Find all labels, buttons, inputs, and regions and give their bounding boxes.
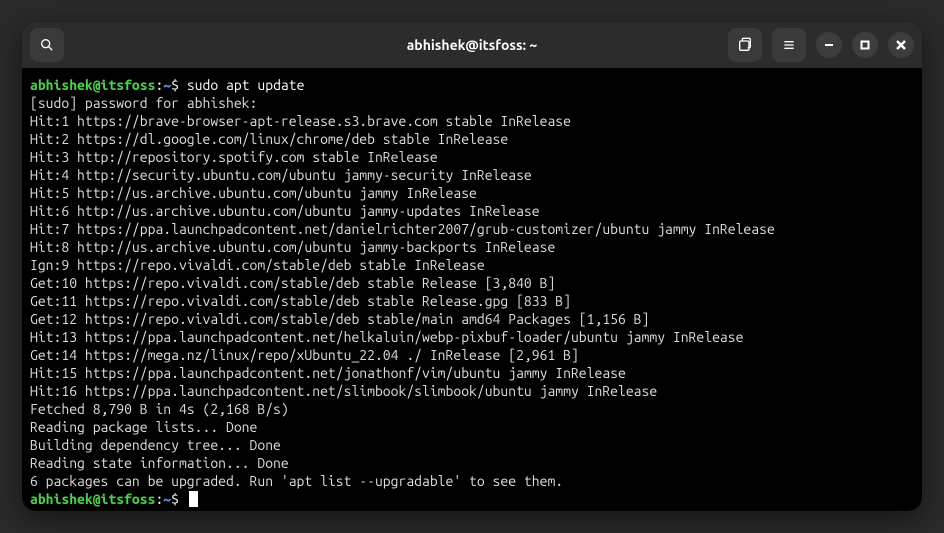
output-line: Hit:4 http://security.ubuntu.com/ubuntu … [30, 166, 914, 184]
output-line: Hit:1 https://brave-browser-apt-release.… [30, 112, 914, 130]
output-line: Fetched 8,790 B in 4s (2,168 B/s) [30, 400, 914, 418]
prompt-line: abhishek@itsfoss:~$ sudo apt update [30, 76, 914, 94]
output-line: Hit:3 http://repository.spotify.com stab… [30, 148, 914, 166]
output-line: Get:12 https://repo.vivaldi.com/stable/d… [30, 310, 914, 328]
output-line: Reading state information... Done [30, 454, 914, 472]
output-line: Hit:13 https://ppa.launchpadcontent.net/… [30, 328, 914, 346]
output-line: Ign:9 https://repo.vivaldi.com/stable/de… [30, 256, 914, 274]
search-button[interactable] [30, 28, 64, 62]
output-line: Hit:6 http://us.archive.ubuntu.com/ubunt… [30, 202, 914, 220]
output-line: Reading package lists... Done [30, 418, 914, 436]
cursor [189, 491, 198, 507]
output-line: [sudo] password for abhishek: [30, 94, 914, 112]
output-line: Hit:15 https://ppa.launchpadcontent.net/… [30, 364, 914, 382]
menu-button[interactable] [772, 28, 806, 62]
prompt-user-host: abhishek@itsfoss [30, 77, 155, 93]
new-tab-button[interactable] [728, 28, 762, 62]
output-line: Building dependency tree... Done [30, 436, 914, 454]
terminal-content[interactable]: abhishek@itsfoss:~$ sudo apt update [sud… [22, 68, 922, 511]
prompt-path: ~ [163, 77, 171, 93]
output-line: Get:14 https://mega.nz/linux/repo/xUbunt… [30, 346, 914, 364]
maximize-button[interactable] [852, 32, 878, 58]
titlebar: abhishek@itsfoss: ~ [22, 22, 922, 68]
output-line: 6 packages can be upgraded. Run 'apt lis… [30, 472, 914, 490]
output-line: Hit:5 http://us.archive.ubuntu.com/ubunt… [30, 184, 914, 202]
output-line: Hit:2 https://dl.google.com/linux/chrome… [30, 130, 914, 148]
minimize-button[interactable] [816, 32, 842, 58]
prompt-user-host: abhishek@itsfoss [30, 491, 155, 507]
prompt-path: ~ [163, 491, 171, 507]
prompt-line-2: abhishek@itsfoss:~$ [30, 490, 914, 508]
output-line: Hit:8 http://us.archive.ubuntu.com/ubunt… [30, 238, 914, 256]
terminal-window: abhishek@itsfoss: ~ abhishek@itsfoss:~$ … [22, 22, 922, 511]
command-text: sudo apt update [187, 77, 305, 93]
prompt-dollar: $ [171, 491, 179, 507]
output-line: Get:10 https://repo.vivaldi.com/stable/d… [30, 274, 914, 292]
window-controls [728, 28, 914, 62]
prompt-dollar: $ [171, 77, 179, 93]
output-line: Hit:7 https://ppa.launchpadcontent.net/d… [30, 220, 914, 238]
output-line: Hit:16 https://ppa.launchpadcontent.net/… [30, 382, 914, 400]
output-lines: [sudo] password for abhishek:Hit:1 https… [30, 94, 914, 490]
output-line: Get:11 https://repo.vivaldi.com/stable/d… [30, 292, 914, 310]
close-button[interactable] [888, 32, 914, 58]
